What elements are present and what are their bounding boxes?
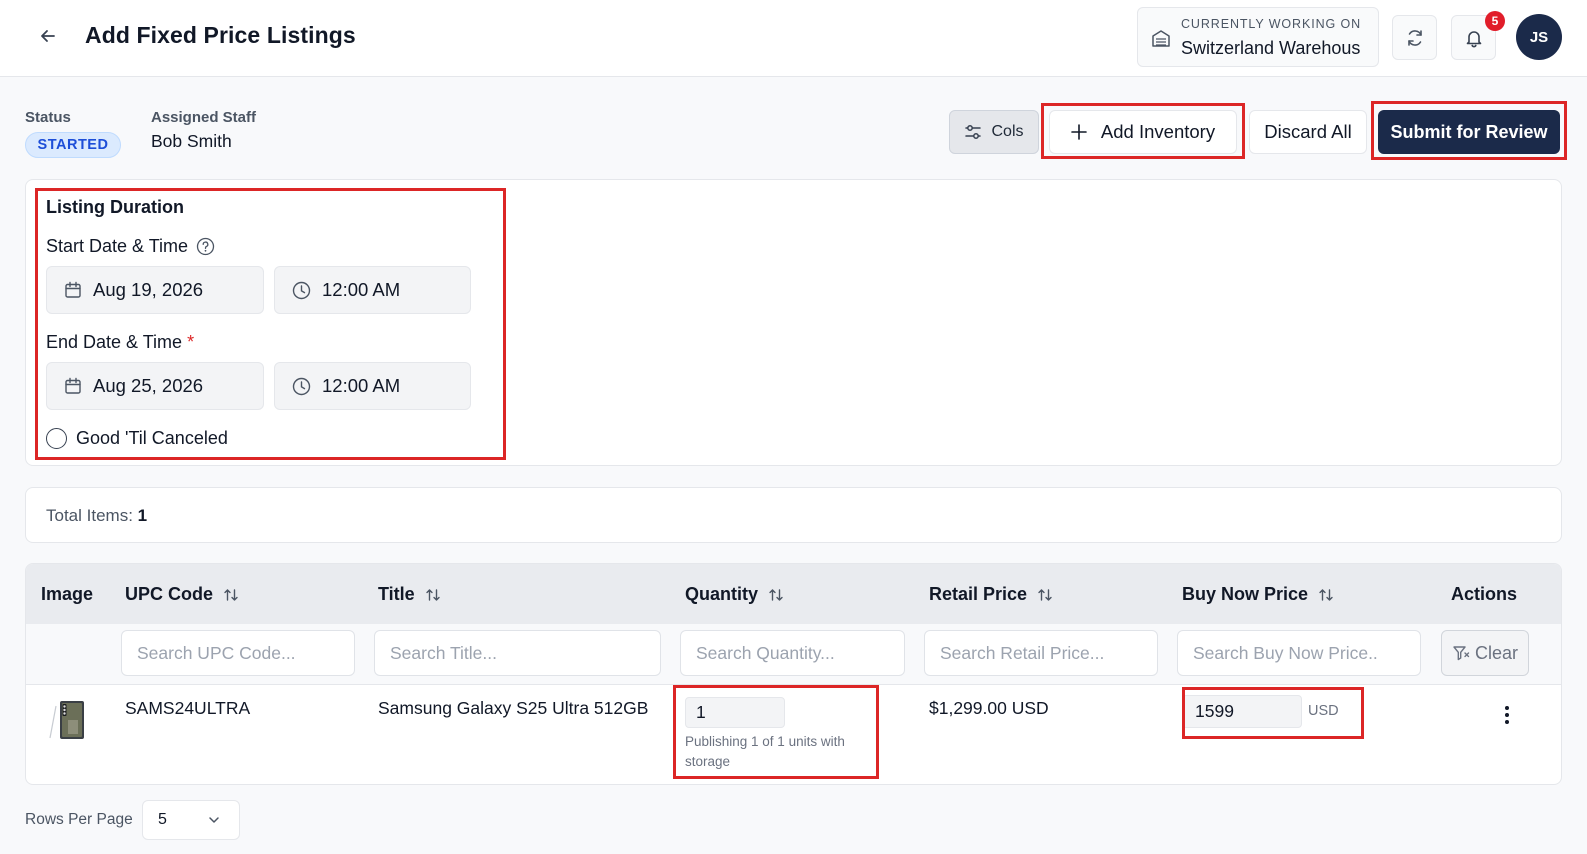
warehouse-selector[interactable]: CURRENTLY WORKING ON Switzerland Warehou… — [1137, 7, 1379, 67]
currency-label: USD — [1308, 703, 1339, 719]
user-avatar[interactable]: JS — [1516, 14, 1562, 60]
bell-icon — [1466, 30, 1481, 47]
quantity-search-input[interactable] — [680, 630, 905, 676]
quantity-input[interactable] — [685, 697, 785, 728]
required-asterisk: * — [187, 332, 195, 352]
sort-icon[interactable] — [768, 587, 784, 603]
end-date-label: End Date & Time * — [46, 332, 194, 353]
good-til-canceled-radio[interactable] — [46, 428, 67, 449]
start-date-picker[interactable]: Aug 19, 2026 — [46, 266, 264, 314]
clock-icon — [292, 377, 311, 395]
column-header-title-label: Title — [378, 584, 415, 604]
notification-badge: 5 — [1485, 11, 1505, 31]
buy-now-price-input[interactable] — [1182, 695, 1302, 728]
add-inventory-label: Add Inventory — [1100, 121, 1216, 142]
start-time-picker[interactable]: 12:00 AM — [274, 266, 471, 314]
clock-icon — [292, 281, 311, 299]
status-label: Status — [25, 109, 71, 126]
calendar-icon — [65, 377, 81, 394]
column-header-image-label: Image — [41, 584, 94, 604]
sort-icon[interactable] — [1318, 587, 1334, 603]
rows-per-page-value: 5 — [158, 811, 167, 828]
chevron-down-icon — [209, 817, 219, 823]
column-header-actions: Actions — [1451, 584, 1517, 605]
title-search-input[interactable] — [374, 630, 661, 676]
warehouse-icon — [1151, 28, 1171, 53]
end-date-picker[interactable]: Aug 25, 2026 — [46, 362, 264, 410]
status-badge: STARTED — [25, 132, 121, 158]
end-date-value: Aug 25, 2026 — [93, 375, 204, 396]
assigned-staff-label: Assigned Staff — [151, 109, 257, 126]
column-header-retail-price-label: Retail Price — [929, 584, 1028, 604]
rows-per-page-label: Rows Per Page — [25, 811, 133, 828]
column-header-upc[interactable]: UPC Code — [125, 584, 239, 605]
good-til-canceled-label: Good 'Til Canceled — [76, 428, 228, 448]
upc-search-input[interactable] — [121, 630, 355, 676]
inventory-table: Image UPC Code Title Quantity Retail Pri… — [25, 563, 1562, 785]
columns-button-label: Cols — [991, 123, 1024, 140]
rows-per-page-select[interactable]: 5 — [142, 800, 240, 840]
column-header-title[interactable]: Title — [378, 584, 441, 605]
sort-icon[interactable] — [1037, 587, 1053, 603]
sliders-icon — [965, 125, 982, 139]
start-date-value: Aug 19, 2026 — [93, 279, 204, 300]
columns-button[interactable]: Cols — [949, 110, 1039, 154]
clear-filters-label: Clear — [1474, 642, 1518, 663]
end-date-label-text: End Date & Time — [46, 332, 183, 352]
total-items-card — [25, 487, 1562, 543]
column-header-buy-now-price[interactable]: Buy Now Price — [1182, 584, 1334, 605]
row-actions-kebab-icon[interactable] — [1500, 703, 1514, 727]
help-circle-icon[interactable] — [196, 237, 215, 256]
refresh-icon — [1407, 29, 1422, 46]
listing-duration-card — [25, 179, 1562, 466]
retail-price-search-input[interactable] — [924, 630, 1158, 676]
column-header-quantity-label: Quantity — [685, 584, 759, 604]
product-image — [46, 700, 88, 740]
submit-for-review-button[interactable]: Submit for Review — [1378, 110, 1560, 154]
total-items-count: 1 — [137, 506, 148, 525]
listing-duration-title: Listing Duration — [46, 197, 184, 217]
column-header-upc-label: UPC Code — [125, 584, 214, 604]
warehouse-label: CURRENTLY WORKING ON — [1181, 17, 1362, 31]
calendar-icon — [65, 281, 81, 298]
start-date-label-text: Start Date & Time — [46, 236, 189, 256]
clear-filters-button[interactable]: Clear — [1441, 630, 1529, 676]
end-time-value: 12:00 AM — [322, 375, 401, 396]
discard-all-button[interactable]: Discard All — [1249, 110, 1367, 154]
warehouse-name: Switzerland Warehous — [1181, 38, 1361, 58]
page-title: Add Fixed Price Listings — [85, 22, 356, 48]
total-items: Total Items: 1 — [46, 506, 147, 526]
sort-icon[interactable] — [425, 587, 441, 603]
quantity-help-text: Publishing 1 of 1 units with storage — [685, 734, 845, 769]
row-retail-price: $1,299.00 USD — [929, 698, 1049, 718]
total-items-label: Total Items: — [46, 506, 133, 525]
add-inventory-button[interactable]: Add Inventory — [1049, 110, 1237, 154]
start-time-value: 12:00 AM — [322, 279, 401, 300]
good-til-canceled-option[interactable]: Good 'Til Canceled — [46, 428, 228, 449]
column-header-image: Image — [41, 584, 93, 605]
column-header-quantity[interactable]: Quantity — [685, 584, 784, 605]
row-upc-code: SAMS24ULTRA — [125, 698, 251, 718]
top-bar: Add Fixed Price Listings CURRENTLY WORKI… — [0, 0, 1587, 77]
buy-now-price-search-input[interactable] — [1177, 630, 1421, 676]
column-header-retail-price[interactable]: Retail Price — [929, 584, 1053, 605]
end-time-picker[interactable]: 12:00 AM — [274, 362, 471, 410]
column-header-actions-label: Actions — [1451, 584, 1518, 604]
column-header-buy-now-price-label: Buy Now Price — [1182, 584, 1309, 604]
start-date-label: Start Date & Time — [46, 236, 215, 257]
filter-clear-icon — [1453, 646, 1470, 661]
assigned-staff-value: Bob Smith — [151, 131, 232, 151]
sort-icon[interactable] — [223, 587, 239, 603]
plus-icon — [1071, 124, 1087, 140]
refresh-button[interactable] — [1392, 15, 1437, 60]
back-arrow-icon[interactable] — [36, 24, 60, 48]
row-title: Samsung Galaxy S25 Ultra 512GB — [378, 698, 649, 718]
